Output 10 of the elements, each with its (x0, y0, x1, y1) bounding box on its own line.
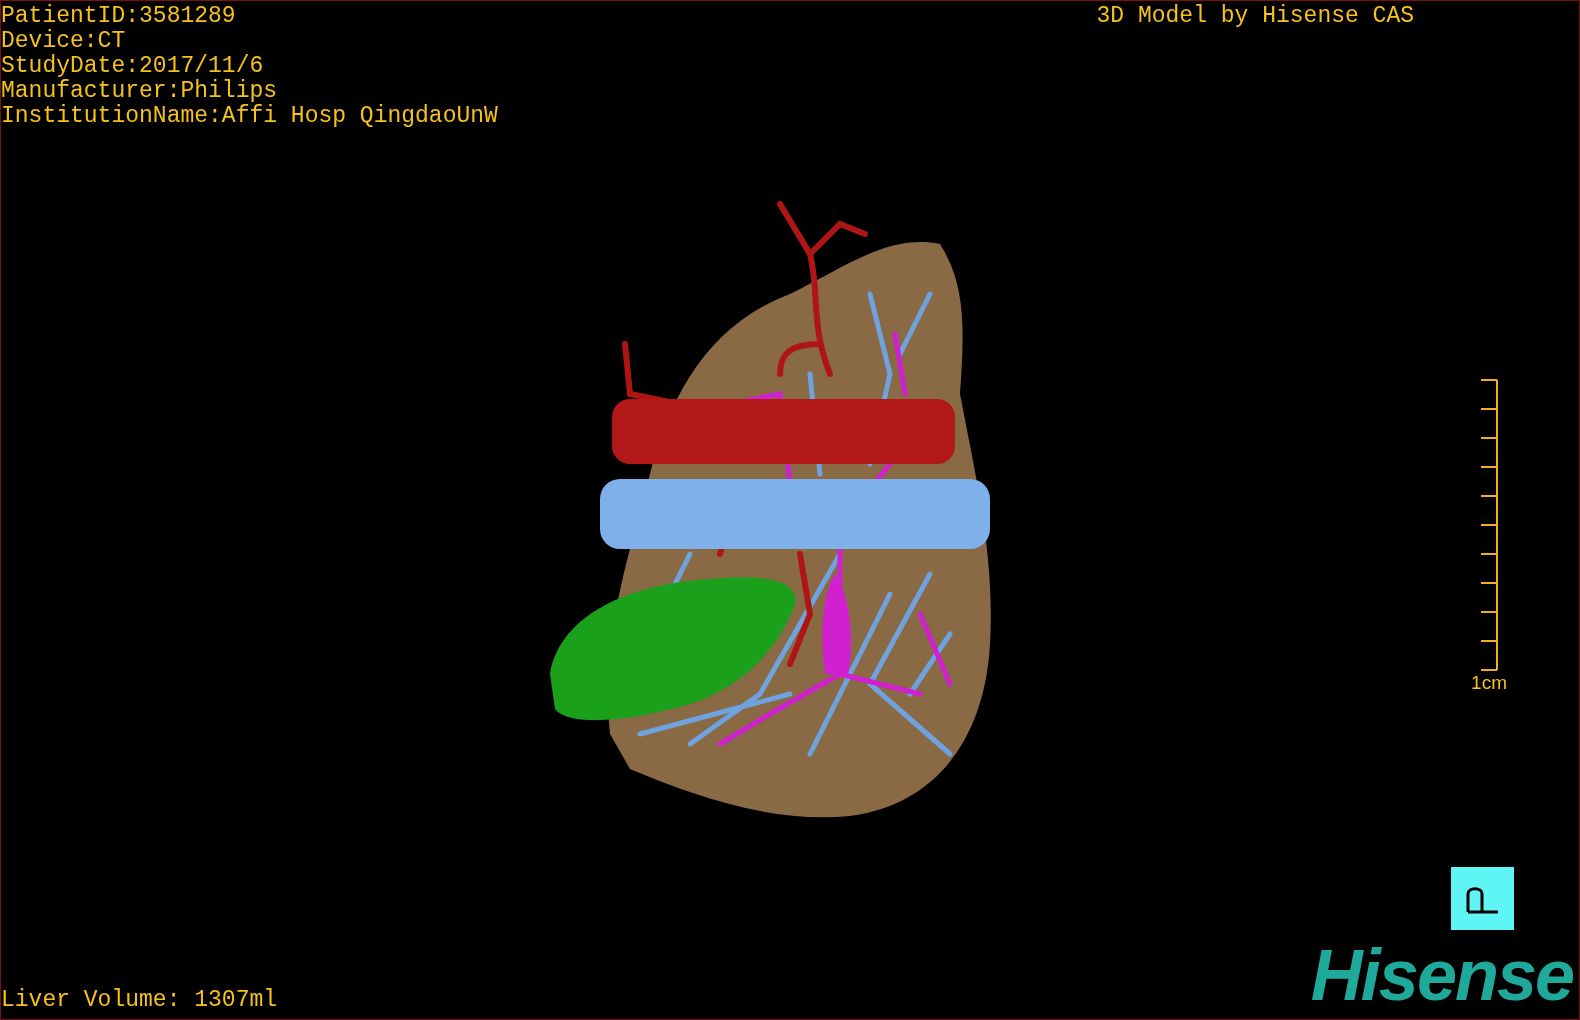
study-info-text: StudyDate:2017/11/6 (1, 54, 265, 79)
scale-label: 1cm (1471, 671, 1507, 695)
study-info-text: PatientID:3581289 (1, 4, 237, 29)
study-info-text: Manufacturer:Philips (1, 79, 279, 104)
viewer-title: 3D Model by Hisense CAS (1096, 4, 1414, 29)
logo-wordmark: Hisense (1310, 939, 1574, 1011)
study-info-text: Device:CT (1, 29, 127, 54)
study-info-text: InstitutionName:Affi Hosp QingdaoUnW (1, 104, 498, 129)
orientation-cube-button[interactable] (1451, 867, 1514, 930)
liver-volume-text: Liver Volume: 1307ml (1, 988, 278, 1013)
